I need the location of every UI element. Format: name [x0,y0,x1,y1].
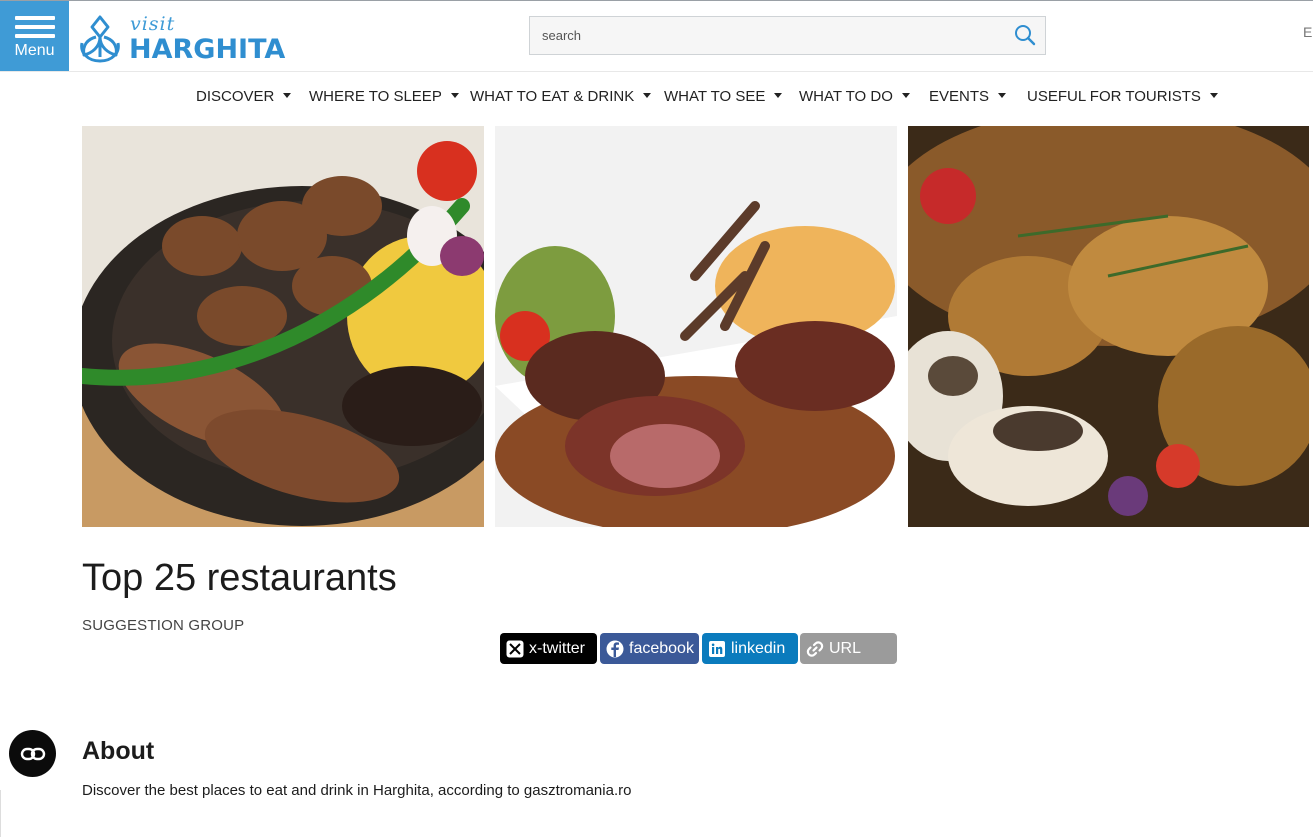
share-twitter-button[interactable]: x-twitter [500,633,597,664]
main-nav: DISCOVER WHERE TO SLEEP WHAT TO EAT & DR… [0,88,1313,110]
food-photo-skillet [82,126,484,527]
share-facebook-label: facebook [629,639,694,657]
facebook-icon [606,640,624,658]
nav-item-label: WHAT TO EAT & DRINK [470,88,635,105]
logo-harghita-text: HARGHITA [129,34,286,65]
nav-item-label: EVENTS [929,88,990,105]
top-border [0,0,1313,1]
flower-logo-icon [80,15,120,63]
hamburger-icon [14,16,55,43]
infinity-link-icon [20,747,45,760]
nav-item-what-to-see[interactable]: WHAT TO SEE [664,88,783,105]
share-twitter-label: x-twitter [529,639,585,657]
link-icon [806,640,824,658]
menu-label: Menu [14,42,55,59]
caret-down-icon [774,93,783,98]
nav-item-discover[interactable]: DISCOVER [196,88,292,105]
search-bar [529,16,1046,55]
nav-item-label: WHAT TO DO [799,88,893,105]
search-input[interactable] [530,17,1000,54]
nav-item-events[interactable]: EVENTS [929,88,1007,105]
nav-item-label: USEFUL FOR TOURISTS [1027,88,1201,105]
caret-down-icon [450,93,459,98]
header-divider [0,71,1313,72]
search-icon[interactable] [1014,24,1036,46]
caret-down-icon [901,93,910,98]
caret-down-icon [998,93,1007,98]
share-linkedin-label: linkedin [731,639,786,657]
floating-link-button[interactable] [9,730,56,777]
language-selector[interactable]: E [1303,24,1312,40]
share-linkedin-button[interactable]: linkedin [702,633,798,664]
share-facebook-button[interactable]: facebook [600,633,699,664]
nav-item-what-to-eat-drink[interactable]: WHAT TO EAT & DRINK [470,88,652,105]
nav-item-what-to-do[interactable]: WHAT TO DO [799,88,910,105]
x-logo-icon [506,640,524,658]
about-heading: About [82,737,155,765]
food-photo-lamb [495,126,897,527]
site-logo[interactable]: visit HARGHITA [78,12,285,68]
nav-item-where-to-sleep[interactable]: WHERE TO SLEEP [309,88,459,105]
nav-item-label: WHAT TO SEE [664,88,766,105]
caret-down-icon [643,93,652,98]
nav-item-label: WHERE TO SLEEP [309,88,442,105]
caret-down-icon [283,93,292,98]
page-title: Top 25 restaurants [82,557,397,599]
nav-item-label: DISCOVER [196,88,275,105]
page-subtitle: SUGGESTION GROUP [82,617,245,634]
logo-visit-text: visit [130,13,176,35]
caret-down-icon [1209,93,1218,98]
linkedin-icon [708,640,726,658]
page-edge [0,790,1,837]
food-photo-grilled [908,126,1309,527]
menu-button[interactable]: Menu [0,1,69,71]
about-text: Discover the best places to eat and drin… [82,782,632,799]
share-url-label: URL [829,639,862,657]
nav-item-useful-for-tourists[interactable]: USEFUL FOR TOURISTS [1027,88,1218,105]
share-url-button[interactable]: URL [800,633,897,664]
